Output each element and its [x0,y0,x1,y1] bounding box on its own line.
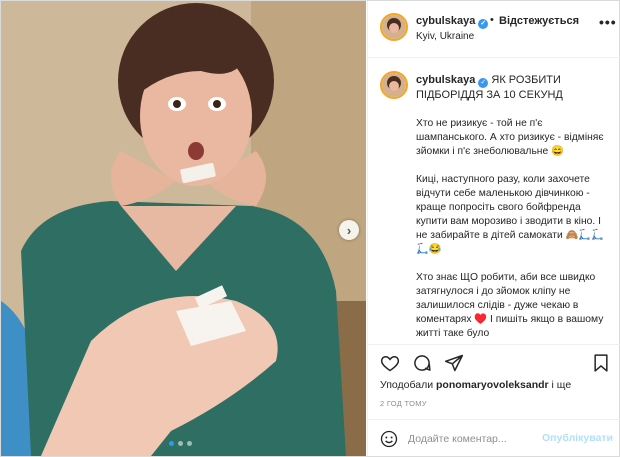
follow-status-button[interactable]: Відстежується [499,15,579,27]
caption-area: cybulskaya ✓ Як розбити підборіддя за 10 … [368,59,620,344]
post-timestamp[interactable]: 2 ГОД ТОМУ [380,399,427,408]
caption-paragraph: Хто не ризикує - той не п'є шампанського… [416,118,604,157]
post-photo[interactable]: › [1,1,366,456]
carousel-dot [187,441,192,446]
carousel-next-button[interactable]: › [339,220,359,240]
comment-bubble-icon[interactable] [412,353,432,373]
username-text[interactable]: cybulskaya [416,15,475,27]
caption-paragraph: Киці, наступного разу, коли захочете від… [416,174,605,255]
instagram-post: › cybulskaya ✓ • Відстежується Kyiv, Ukra… [0,0,620,457]
smiley-icon[interactable] [380,430,398,448]
post-author-username[interactable]: cybulskaya ✓ [416,15,489,29]
carousel-dot [169,441,174,446]
likes-prefix: Уподобали [380,379,434,391]
comment-input[interactable] [408,430,558,448]
liker-username-link[interactable]: ponomaryovoleksandr [436,379,549,391]
paper-plane-icon[interactable] [444,353,464,373]
avatar-image [382,15,406,39]
avatar-image [382,73,406,97]
avatar[interactable] [380,71,408,99]
heart-icon[interactable] [380,353,400,373]
post-photo-illustration [1,1,366,456]
publish-button[interactable]: Опублікувати [542,432,613,444]
caption-paragraph: Хто знає ЩО робити, аби все швидко затяг… [416,272,604,339]
action-bar [368,344,620,378]
carousel-dot [178,441,183,446]
likes-suffix[interactable]: і ще [552,379,572,391]
comment-bar: Опублікувати [368,419,620,456]
avatar[interactable] [380,13,408,41]
carousel-indicator [169,441,192,446]
more-options-icon[interactable]: ••• [599,14,617,30]
header-separator: • [490,14,494,26]
post-header: cybulskaya ✓ • Відстежується Kyiv, Ukrain… [368,1,620,58]
verified-badge-icon: ✓ [478,19,489,29]
post-location[interactable]: Kyiv, Ukraine [416,31,474,42]
likes-line: Уподобали ponomaryovoleksandr і ще [380,379,571,391]
verified-badge-icon: ✓ [478,78,489,88]
caption-username[interactable]: cybulskaya [416,74,475,86]
post-sidebar: cybulskaya ✓ • Відстежується Kyiv, Ukrain… [367,1,620,456]
caption-body: Хто не ризикує - той не п'є шампанського… [416,117,611,344]
bookmark-icon[interactable] [591,353,611,373]
caption-header: cybulskaya ✓ Як розбити підборіддя за 10 … [416,73,611,102]
